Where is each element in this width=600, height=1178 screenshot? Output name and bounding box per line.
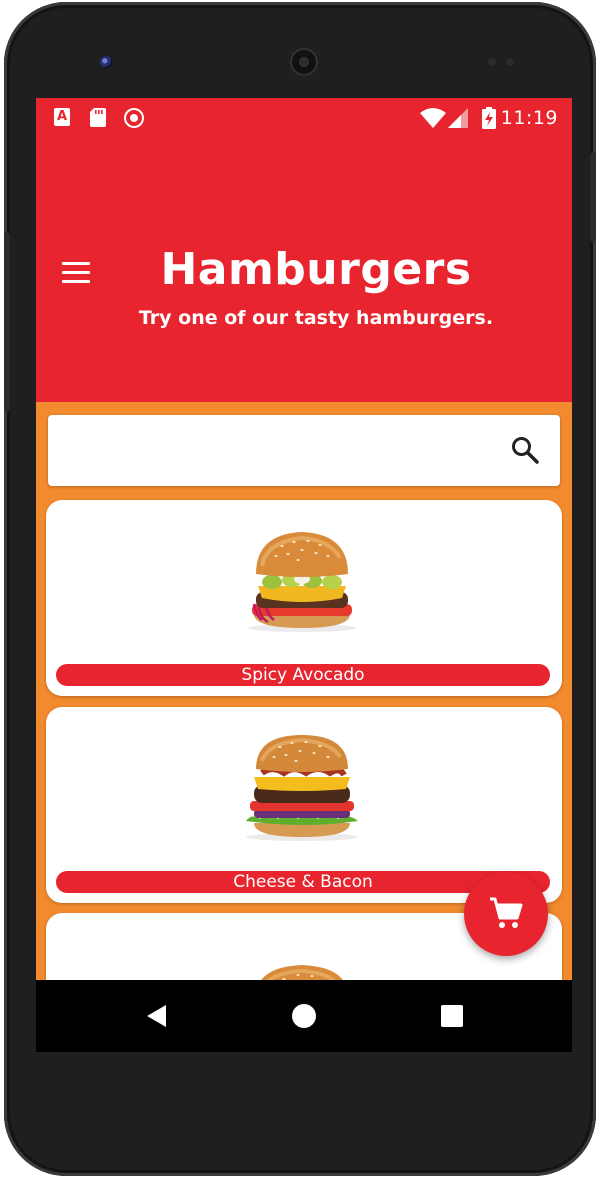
- search-input[interactable]: [62, 431, 492, 471]
- status-time: 11:19: [500, 107, 558, 129]
- page-subtitle: Try one of our tasty hamburgers.: [138, 307, 494, 329]
- app-header: Hamburgers Try one of our tasty hamburge…: [36, 138, 572, 402]
- volume-button: [4, 232, 10, 412]
- light-sensor: [506, 58, 514, 66]
- status-bar: A 11:19: [36, 98, 572, 138]
- sd-card-icon: [90, 108, 106, 127]
- wifi-icon: [420, 108, 446, 128]
- search-box: [48, 415, 560, 486]
- battery-charging-icon: [482, 107, 496, 129]
- proximity-sensor: [488, 58, 496, 66]
- recents-square-icon[interactable]: [436, 1000, 468, 1032]
- screen: A 11:19 Hamburgers Try one of our tasty …: [36, 98, 572, 1052]
- phone-frame: A 11:19 Hamburgers Try one of our tasty …: [4, 2, 596, 1176]
- back-triangle-icon[interactable]: [140, 1000, 172, 1032]
- navigation-bar: [36, 980, 572, 1052]
- front-camera-icon: [100, 56, 112, 68]
- earpiece-speaker: [290, 48, 318, 76]
- cell-signal-icon: [448, 108, 468, 128]
- spicy-avocado-burger-image: [248, 532, 356, 632]
- accessibility-a-icon: A: [54, 108, 70, 126]
- burger-card[interactable]: Cheese & Bacon: [46, 707, 562, 903]
- cheese-bacon-burger-image: [246, 735, 358, 841]
- search-icon[interactable]: [510, 435, 540, 465]
- burger-card[interactable]: Spicy Avocado: [46, 500, 562, 696]
- cart-button[interactable]: [464, 872, 548, 956]
- power-button: [590, 152, 596, 242]
- shopping-cart-icon: [490, 897, 523, 928]
- home-circle-icon[interactable]: [288, 1000, 320, 1032]
- screen-record-icon: [124, 108, 144, 128]
- page-title: Hamburgers: [160, 244, 472, 295]
- burger-name-label: Spicy Avocado: [56, 664, 550, 686]
